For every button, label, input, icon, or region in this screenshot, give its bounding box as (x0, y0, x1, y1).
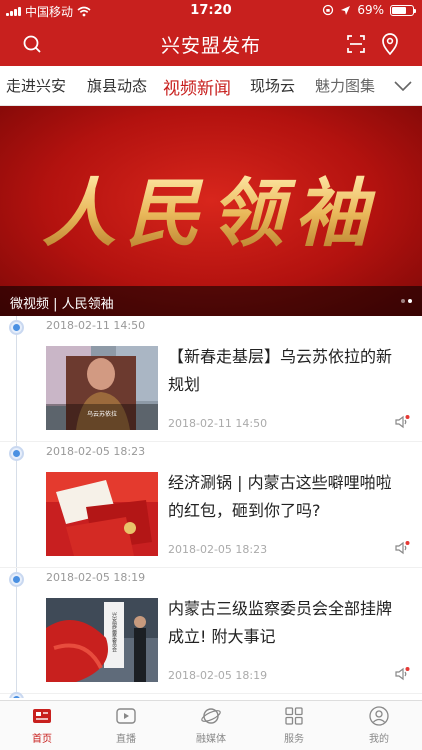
tab-meili-tuji[interactable]: 魅力图集 (315, 75, 375, 96)
carousel-dots (401, 299, 412, 303)
nav-profile[interactable]: 我的 (349, 705, 409, 745)
news-item[interactable]: 2018-02-05 18:19 兴安盟监察委员会 内蒙古三级监察委员会全部挂牌… (0, 568, 422, 694)
news-date: 2018-02-05 18:19 (168, 669, 268, 682)
nav-media[interactable]: 融媒体 (181, 705, 241, 745)
news-title: 【新春走基层】乌云苏依拉的新规划 (168, 347, 393, 394)
status-bar: 中国移动 17:20 69% (0, 0, 422, 22)
nav-label: 服务 (284, 734, 304, 745)
chevron-down-icon (394, 80, 412, 91)
news-item[interactable]: 2018-02-05 18:23 经济涮锅 | 内蒙古这些噼哩啪啦的红包，砸到你… (0, 442, 422, 568)
location-arrow-icon (341, 5, 351, 15)
tab-zoujin-xingan[interactable]: 走进兴安 (6, 75, 66, 96)
timeline-dot (9, 572, 24, 587)
news-date: 2018-02-05 18:23 (168, 543, 268, 556)
speaker-icon[interactable] (394, 414, 410, 430)
news-thumbnail: 乌云苏依拉 (46, 346, 158, 430)
bottom-nav: 首页 直播 融媒体 服务 我的 (0, 700, 422, 750)
news-timeline-time: 2018-02-11 14:50 (46, 319, 146, 332)
news-thumbnail: 兴安盟监察委员会 (46, 598, 158, 682)
news-thumbnail (46, 472, 158, 556)
category-tabs: 走进兴安 旗县动态 视频新闻 现场云 魅力图集 (0, 66, 422, 106)
thumbnail-caption: 乌云苏依拉 (87, 410, 117, 418)
thumbnail-sign-text: 兴安盟监察委员会 (111, 611, 117, 653)
battery-icon (390, 4, 416, 16)
tab-xianchang-yun[interactable]: 现场云 (250, 75, 295, 96)
nav-label: 直播 (116, 734, 136, 745)
grid-icon (285, 707, 303, 725)
news-item[interactable]: 2018-02-11 14:50 乌云苏依拉 【新春走基层】乌云苏依拉的新规划 … (0, 316, 422, 442)
news-feed: 2018-02-11 14:50 乌云苏依拉 【新春走基层】乌云苏依拉的新规划 … (0, 316, 422, 698)
tab-qixian-dongtai[interactable]: 旗县动态 (87, 75, 147, 96)
nav-home[interactable]: 首页 (12, 705, 72, 745)
nav-label: 我的 (369, 734, 389, 745)
speaker-icon[interactable] (394, 540, 410, 556)
news-title: 内蒙古三级监察委员会全部挂牌成立! 附大事记 (168, 599, 393, 646)
app-header: 兴安盟发布 (0, 22, 422, 66)
user-icon (369, 706, 389, 726)
location-button[interactable] (376, 30, 404, 58)
more-tabs-button[interactable] (384, 66, 422, 105)
news-title: 经济涮锅 | 内蒙古这些噼哩啪啦的红包，砸到你了吗? (168, 473, 392, 520)
banner-caption: 微视频 | 人民领袖 (0, 286, 422, 316)
video-banner[interactable]: 人民领袖 微视频 | 人民领袖 (0, 106, 422, 316)
rotation-lock-icon (323, 4, 334, 16)
location-pin-icon (382, 33, 398, 55)
news-timeline-time: 2018-02-05 18:19 (46, 571, 146, 584)
nav-live[interactable]: 直播 (96, 705, 156, 745)
scan-button[interactable] (342, 30, 370, 58)
battery-percent: 69% (357, 3, 384, 17)
nav-label: 融媒体 (196, 734, 226, 745)
banner-calligraphy: 人民领袖 (42, 171, 378, 257)
timeline-dot (9, 320, 24, 335)
news-date: 2018-02-11 14:50 (168, 417, 268, 430)
planet-icon (201, 708, 221, 724)
scan-icon (347, 35, 365, 53)
speaker-icon[interactable] (394, 666, 410, 682)
nav-label: 首页 (32, 734, 52, 745)
news-icon (33, 709, 51, 723)
tab-video-news[interactable]: 视频新闻 (163, 74, 231, 99)
play-icon (116, 708, 136, 724)
banner-art-text: 人民领袖 (42, 171, 378, 257)
news-timeline-time: 2018-02-05 18:23 (46, 445, 146, 458)
timeline-dot (9, 446, 24, 461)
nav-services[interactable]: 服务 (264, 705, 324, 745)
